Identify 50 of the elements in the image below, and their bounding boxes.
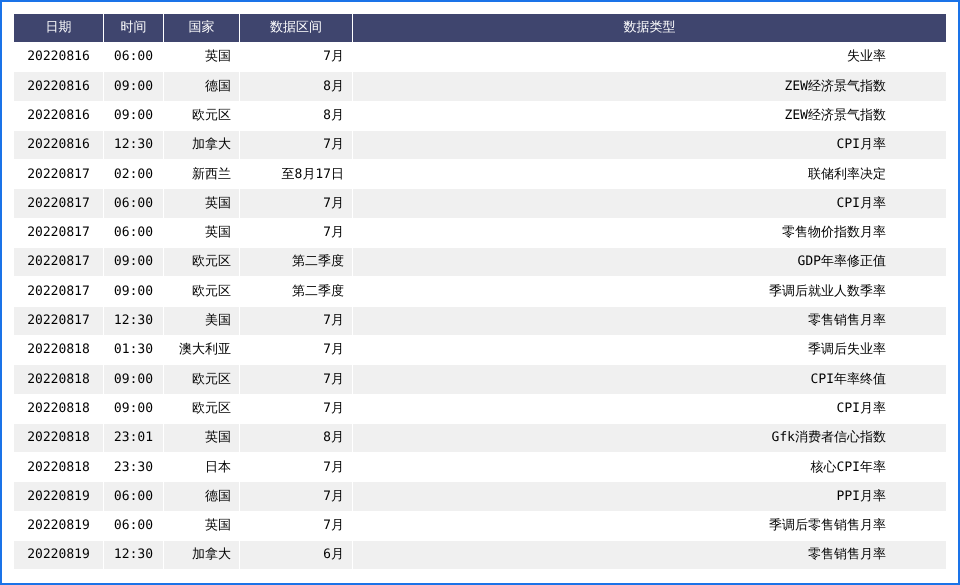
table-cell: Gfk消费者信心指数 (353, 424, 946, 452)
table-cell: 英国 (164, 424, 239, 452)
table-cell: 8月 (240, 424, 352, 452)
table-cell: 23:01 (104, 424, 163, 452)
table-cell: 7月 (240, 306, 352, 335)
table-cell: 20220817 (14, 189, 103, 218)
table-cell: 7月 (240, 482, 352, 511)
table-cell: 零售销售月率 (353, 541, 946, 570)
table-cell: 20220818 (14, 424, 103, 452)
table-cell: 第二季度 (240, 248, 352, 276)
table-cell: 09:00 (104, 248, 163, 276)
table-cell: 20220817 (14, 306, 103, 335)
table-cell: 德国 (164, 482, 239, 511)
column-header: 数据类型 (353, 14, 946, 42)
table-cell: 06:00 (104, 189, 163, 218)
table-cell: CPI年率终值 (353, 365, 946, 394)
column-header: 国家 (164, 14, 239, 42)
table-cell: GDP年率修正值 (353, 248, 946, 276)
table-cell: CPI月率 (353, 130, 946, 160)
table-cell: 20220819 (14, 482, 103, 511)
table-cell: 20220819 (14, 541, 103, 570)
table-cell: 7月 (240, 130, 352, 160)
table-cell: ZEW经济景气指数 (353, 72, 946, 101)
table-cell: 09:00 (104, 365, 163, 394)
table-cell: 德国 (164, 72, 239, 101)
table-cell: 美国 (164, 306, 239, 335)
table-cell: 6月 (240, 541, 352, 570)
table-cell: 8月 (240, 72, 352, 101)
table-cell: CPI月率 (353, 189, 946, 218)
table-cell: 7月 (240, 189, 352, 218)
table-cell: 20220816 (14, 72, 103, 101)
table-cell: 加拿大 (164, 541, 239, 570)
table-cell: 7月 (240, 365, 352, 394)
table-cell: 加拿大 (164, 130, 239, 160)
table-cell: 欧元区 (164, 365, 239, 394)
table-cell: 06:00 (104, 482, 163, 511)
table-cell: 20220816 (14, 130, 103, 160)
table-cell: 欧元区 (164, 248, 239, 276)
table-cell: 零售销售月率 (353, 306, 946, 335)
table-cell: 英国 (164, 189, 239, 218)
column-header: 日期 (14, 14, 103, 42)
table-cell: 12:30 (104, 541, 163, 570)
table-cell: PPI月率 (353, 482, 946, 511)
table-cell: 12:30 (104, 306, 163, 335)
table-cell: 20220817 (14, 248, 103, 276)
column-header: 时间 (104, 14, 163, 42)
table-cell: 09:00 (104, 72, 163, 101)
column-header: 数据区间 (240, 14, 352, 42)
table-cell: 20220818 (14, 365, 103, 394)
table-cell: 12:30 (104, 130, 163, 160)
